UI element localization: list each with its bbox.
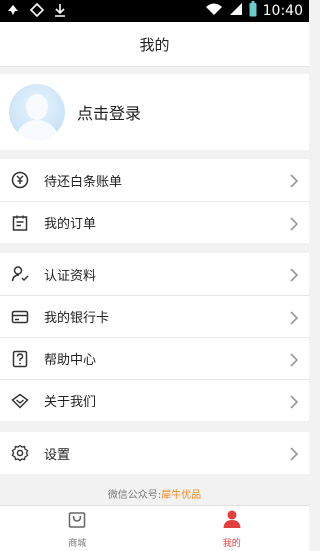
menu-item-settings[interactable]: 设置 bbox=[0, 432, 309, 474]
services-group: 认证资料 我的银行卡 帮助中心 关于我们 bbox=[0, 253, 309, 421]
battery-icon bbox=[249, 1, 257, 21]
page-title: 我的 bbox=[139, 35, 170, 54]
menu-item-label: 关于我们 bbox=[44, 395, 97, 410]
user-icon bbox=[222, 509, 242, 533]
chevron-right-icon bbox=[289, 352, 299, 367]
signal-icon bbox=[229, 2, 243, 20]
chevron-right-icon bbox=[289, 173, 299, 188]
avatar bbox=[9, 84, 65, 140]
login-entry[interactable]: 点击登录 bbox=[0, 74, 309, 150]
tab-me[interactable]: 我的 bbox=[155, 506, 310, 551]
chevron-right-icon bbox=[289, 394, 299, 409]
header: 我的 bbox=[0, 22, 309, 67]
help-icon bbox=[10, 349, 30, 369]
status-bar-left bbox=[6, 2, 66, 19]
menu-item-verification[interactable]: 认证资料 bbox=[0, 253, 309, 295]
bank-card-icon bbox=[10, 307, 30, 327]
menu-item-pending-bills[interactable]: 待还白条账单 bbox=[0, 159, 309, 201]
account-group: 待还白条账单 我的订单 bbox=[0, 159, 309, 243]
settings-group: 设置 bbox=[0, 432, 309, 474]
bill-icon bbox=[10, 170, 30, 190]
menu-item-label: 我的订单 bbox=[44, 217, 97, 232]
wechat-account-name: 犀牛优品 bbox=[161, 489, 202, 501]
wifi-icon bbox=[205, 2, 223, 20]
verify-icon bbox=[10, 264, 30, 284]
menu-item-label: 帮助中心 bbox=[44, 353, 97, 368]
tab-shop[interactable]: 商城 bbox=[0, 506, 155, 551]
settings-icon bbox=[10, 443, 30, 463]
chevron-right-icon bbox=[289, 446, 299, 461]
chevron-right-icon bbox=[289, 216, 299, 231]
shop-bag-icon bbox=[67, 509, 87, 533]
menu-item-bank-cards[interactable]: 我的银行卡 bbox=[0, 295, 309, 337]
menu-item-label: 认证资料 bbox=[44, 268, 97, 284]
status-bar-right: 10:40 bbox=[205, 1, 303, 21]
app-icon-1 bbox=[6, 3, 20, 19]
chevron-right-icon bbox=[289, 267, 299, 282]
login-label: 点击登录 bbox=[77, 104, 142, 123]
menu-item-label: 设置 bbox=[44, 447, 71, 463]
tab-label: 商城 bbox=[68, 538, 87, 549]
wechat-prefix: 微信公众号: bbox=[107, 489, 162, 501]
menu-item-help-center[interactable]: 帮助中心 bbox=[0, 337, 309, 379]
bottom-tab-bar: 商城 我的 bbox=[0, 505, 309, 551]
menu-item-about-us[interactable]: 关于我们 bbox=[0, 379, 309, 421]
tab-label: 我的 bbox=[222, 538, 241, 549]
clock: 10:40 bbox=[262, 3, 303, 19]
menu-item-label: 我的银行卡 bbox=[44, 311, 110, 326]
menu-item-my-orders[interactable]: 我的订单 bbox=[0, 201, 309, 243]
status-bar: 10:40 bbox=[0, 0, 309, 22]
menu-item-label: 待还白条账单 bbox=[44, 174, 123, 190]
download-icon bbox=[54, 3, 66, 19]
about-icon bbox=[10, 391, 30, 411]
chevron-right-icon bbox=[289, 310, 299, 325]
orders-icon bbox=[10, 213, 30, 233]
app-icon-2 bbox=[29, 2, 45, 19]
wechat-account-note: 微信公众号: 犀牛优品 bbox=[0, 482, 309, 504]
